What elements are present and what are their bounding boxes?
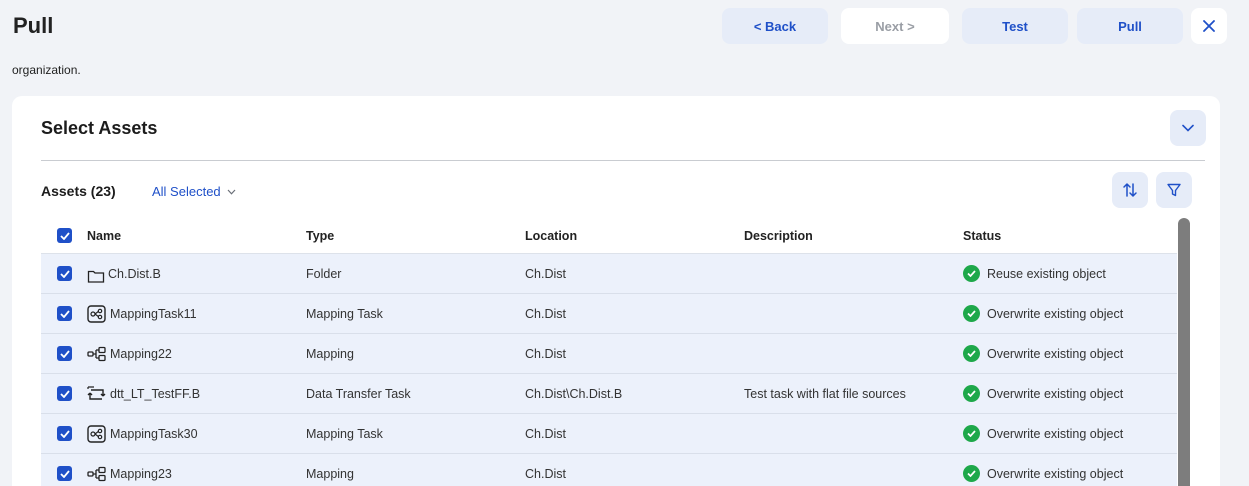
check-circle-icon	[963, 265, 980, 282]
asset-status[interactable]: Overwrite existing object	[987, 307, 1123, 321]
asset-location: Ch.Dist	[525, 346, 566, 361]
asset-type: Folder	[306, 266, 342, 281]
table-row[interactable]: dtt_LT_TestFF.B Data Transfer Task Ch.Di…	[41, 374, 1177, 414]
selection-filter-label: All Selected	[152, 184, 221, 199]
checkmark-icon	[59, 269, 70, 278]
row-checkbox[interactable]	[57, 306, 72, 321]
table-row[interactable]: MappingTask30 Mapping Task Ch.Dist Overw…	[41, 414, 1177, 454]
data-transfer-task-icon	[87, 385, 106, 400]
select-assets-panel: Select Assets Assets (23) All Selected N…	[12, 96, 1220, 486]
mapping-task-icon	[87, 304, 106, 323]
sort-icon	[1123, 183, 1137, 197]
asset-location: Ch.Dist	[525, 266, 566, 281]
asset-type: Mapping Task	[306, 306, 383, 321]
check-circle-icon	[963, 345, 980, 362]
table-header: Name Type Location Description Status	[41, 218, 1177, 254]
pull-button[interactable]: Pull	[1077, 8, 1183, 44]
column-header-name[interactable]: Name	[87, 229, 121, 243]
row-checkbox[interactable]	[57, 346, 72, 361]
table-row[interactable]: Ch.Dist.B Folder Ch.Dist Reuse existing …	[41, 254, 1177, 294]
asset-name[interactable]: MappingTask11	[110, 307, 197, 321]
column-header-type[interactable]: Type	[306, 229, 334, 243]
table-row[interactable]: Mapping22 Mapping Ch.Dist Overwrite exis…	[41, 334, 1177, 374]
back-button[interactable]: < Back	[722, 8, 828, 44]
asset-status[interactable]: Overwrite existing object	[987, 427, 1123, 441]
asset-location: Ch.Dist	[525, 306, 566, 321]
checkmark-icon	[59, 389, 70, 398]
column-header-description[interactable]: Description	[744, 229, 813, 243]
checkmark-icon	[59, 231, 70, 240]
check-circle-icon	[963, 425, 980, 442]
check-circle-icon	[963, 305, 980, 322]
sort-button[interactable]	[1112, 172, 1148, 208]
close-button[interactable]	[1191, 8, 1227, 44]
divider	[41, 160, 1205, 161]
checkmark-icon	[59, 429, 70, 438]
table-row[interactable]: Mapping23 Mapping Ch.Dist Overwrite exis…	[41, 454, 1177, 486]
checkmark-icon	[59, 349, 70, 358]
panel-title: Select Assets	[41, 118, 158, 138]
asset-description: Test task with flat file sources	[744, 386, 906, 401]
mapping-icon	[87, 466, 106, 481]
check-circle-icon	[963, 385, 980, 402]
asset-type: Mapping	[306, 466, 354, 481]
asset-location: Ch.Dist	[525, 426, 566, 441]
assets-table: Name Type Location Description Status Ch…	[41, 218, 1177, 486]
asset-name[interactable]: Mapping22	[110, 347, 172, 361]
check-circle-icon	[963, 465, 980, 482]
close-icon	[1203, 20, 1215, 32]
checkmark-icon	[59, 309, 70, 318]
folder-icon	[87, 270, 105, 283]
asset-name[interactable]: Ch.Dist.B	[108, 267, 161, 281]
asset-type: Mapping	[306, 346, 354, 361]
org-description-text: organization.	[12, 63, 81, 77]
asset-status[interactable]: Reuse existing object	[987, 267, 1106, 281]
table-scrollbar[interactable]	[1178, 218, 1190, 486]
next-button[interactable]: Next >	[841, 8, 949, 44]
page-title: Pull	[13, 13, 54, 38]
asset-status[interactable]: Overwrite existing object	[987, 347, 1123, 361]
asset-status[interactable]: Overwrite existing object	[987, 387, 1123, 401]
mapping-task-icon	[87, 424, 106, 443]
row-checkbox[interactable]	[57, 386, 72, 401]
mapping-icon	[87, 346, 106, 361]
assets-count-label: Assets (23)	[41, 183, 116, 199]
filter-button[interactable]	[1156, 172, 1192, 208]
column-header-status[interactable]: Status	[963, 229, 1001, 243]
table-row[interactable]: MappingTask11 Mapping Task Ch.Dist Overw…	[41, 294, 1177, 334]
asset-name[interactable]: dtt_LT_TestFF.B	[110, 387, 200, 401]
chevron-down-icon	[1182, 124, 1194, 132]
column-header-location[interactable]: Location	[525, 229, 577, 243]
asset-name[interactable]: Mapping23	[110, 467, 172, 481]
filter-icon	[1167, 183, 1181, 197]
collapse-button[interactable]	[1170, 110, 1206, 146]
chevron-down-icon	[227, 189, 236, 195]
asset-location: Ch.Dist\Ch.Dist.B	[525, 386, 623, 401]
asset-type: Data Transfer Task	[306, 386, 411, 401]
row-checkbox[interactable]	[57, 266, 72, 281]
checkmark-icon	[59, 469, 70, 478]
asset-location: Ch.Dist	[525, 466, 566, 481]
selection-filter-dropdown[interactable]: All Selected	[152, 184, 236, 199]
row-checkbox[interactable]	[57, 466, 72, 481]
test-button[interactable]: Test	[962, 8, 1068, 44]
select-all-checkbox[interactable]	[57, 228, 72, 243]
asset-type: Mapping Task	[306, 426, 383, 441]
asset-name[interactable]: MappingTask30	[110, 427, 198, 441]
asset-status[interactable]: Overwrite existing object	[987, 467, 1123, 481]
row-checkbox[interactable]	[57, 426, 72, 441]
